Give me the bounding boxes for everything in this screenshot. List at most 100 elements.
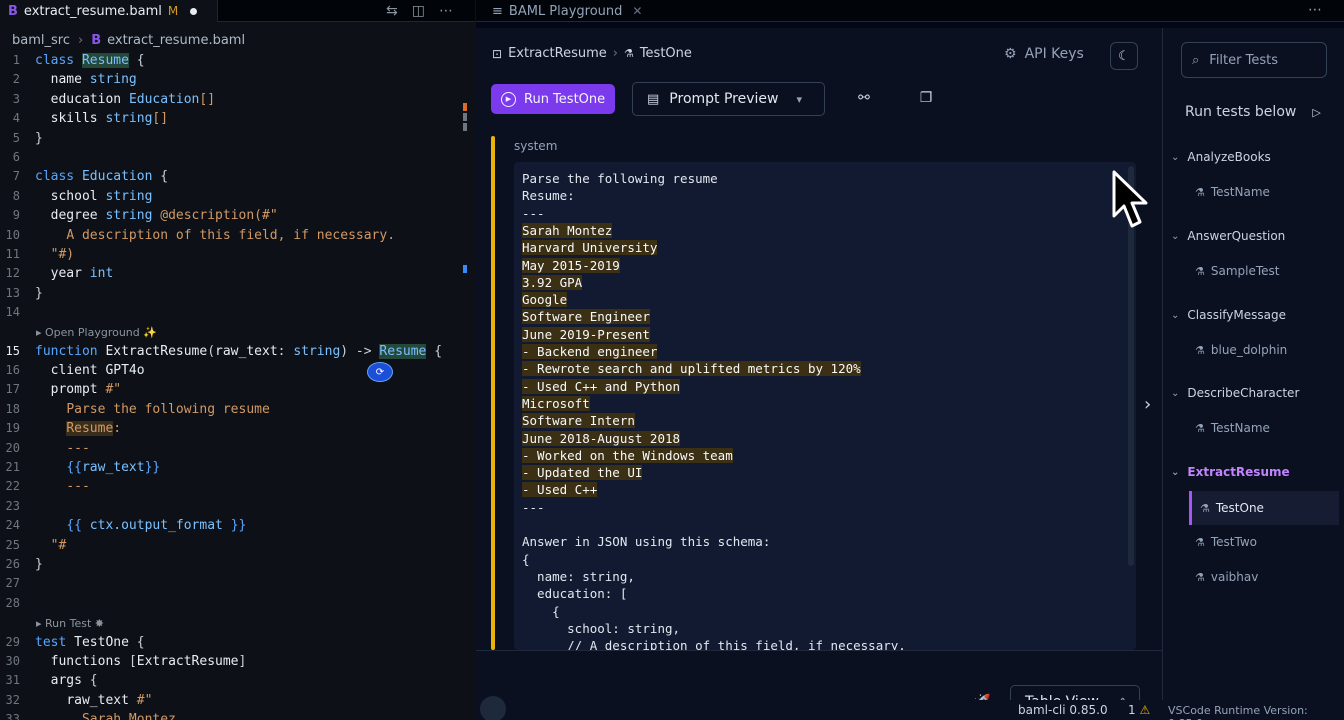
code-line: 17 prompt #"	[5, 382, 122, 398]
code-line: 2 name string	[12, 72, 137, 88]
system-message-box[interactable]: Parse the following resume Resume: --- Sara…	[514, 162, 1136, 650]
editor-tab-filename: extract_resume.baml	[23, 3, 162, 19]
prompt-line-text: Microsoft	[522, 395, 590, 411]
test-group-name: ClassifyMessage	[1187, 308, 1287, 322]
chat-bubble-icon[interactable]	[480, 696, 506, 720]
prompt-line-text: - Updated the UI	[522, 465, 643, 481]
test-group[interactable]: ⌄ DescribeCharacter	[1171, 386, 1299, 400]
code-line: 26}	[5, 557, 43, 572]
playground-tab-bar: ≡ BAML Playground ✕ ⋯	[476, 0, 1344, 22]
prompt-line-text: June 2019-Present	[522, 326, 650, 342]
baml-playground-panel: ≡ BAML Playground ✕ ⋯ ⊡ ExtractResume › …	[476, 0, 1344, 720]
chevron-right-icon[interactable]: ›	[1144, 394, 1151, 415]
run-test-button[interactable]: ▶ Run TestOne	[491, 84, 615, 114]
editor-tab-actions: ⇆ ◫ ⋯	[386, 0, 453, 22]
test-name: TestTwo	[1210, 535, 1258, 549]
code-editor[interactable]: B extract_resume.baml M ⇆ ◫ ⋯ baml_src ›…	[0, 0, 475, 720]
prompt-preview-label: Prompt Preview	[669, 91, 779, 107]
test-item[interactable]: ⚗ TestName	[1195, 421, 1270, 435]
prompt-line-text: // A description of this field, if neces…	[522, 638, 906, 650]
cli-version[interactable]: baml-cli 0.85.0	[1018, 703, 1108, 717]
prompt-line: Microsoft	[522, 395, 590, 412]
prompt-line-text: ---	[522, 499, 545, 515]
code-line: 31 args {	[5, 673, 98, 689]
test-item[interactable]: ⚗ SampleTest	[1195, 264, 1280, 278]
prompt-line-text: - Backend engineer	[522, 344, 658, 359]
playground-tab-title: BAML Playground	[508, 3, 623, 19]
prompt-line-text: ---	[522, 205, 545, 221]
breadcrumb-function[interactable]: ExtractResume	[508, 46, 607, 61]
test-group[interactable]: ⌄ ExtractResume	[1171, 465, 1290, 479]
breadcrumb-folder[interactable]: baml_src	[12, 33, 70, 48]
prompt-line: - Rewrote search and uplifted metrics by…	[522, 360, 861, 377]
test-group[interactable]: ⌄ AnalyzeBooks	[1171, 150, 1271, 164]
close-icon[interactable]: ✕	[632, 4, 642, 18]
baml-file-icon: B	[8, 3, 18, 19]
prompt-line: - Used C++	[522, 481, 598, 498]
playground-tab[interactable]: ≡ BAML Playground ✕	[476, 0, 654, 22]
prompt-line: Software Intern	[522, 412, 635, 429]
unsaved-dot-icon[interactable]	[190, 7, 198, 15]
more-actions-icon[interactable]: ⋯	[1308, 2, 1322, 18]
prompt-line-text: {	[522, 551, 530, 567]
test-group[interactable]: ⌄ AnswerQuestion	[1171, 229, 1285, 243]
run-all-tests-button[interactable]: Run tests below ▷	[1185, 104, 1321, 120]
code-line: 32 raw_text #"	[5, 692, 153, 708]
play-icon: ▶	[501, 91, 516, 107]
test-item[interactable]: ⚗ vaibhav	[1195, 570, 1258, 584]
warnings-indicator[interactable]: 1 ⚠	[1128, 703, 1150, 717]
test-item[interactable]: ⚗ blue_dolphin	[1195, 343, 1287, 357]
prompt-line-text: Sarah Montez	[522, 222, 613, 238]
breadcrumb-file[interactable]: extract_resume.baml	[107, 33, 245, 48]
playground-main: ⊡ ExtractResume › ⚗ TestOne ⚙ API Keys ☾…	[476, 28, 1162, 720]
prompt-preview-select[interactable]: ▤ Prompt Preview ▾	[632, 82, 825, 116]
prompt-line-text: name: string,	[522, 568, 635, 584]
theme-toggle-button[interactable]: ☾	[1110, 42, 1138, 70]
status-bar: baml-cli 0.85.0 1 ⚠ VSCode Runtime Versi…	[476, 696, 1344, 720]
minimap-marker	[463, 113, 467, 121]
tests-sidebar: ⌕ Filter Tests Run tests below ▷ ⌄ Analyz…	[1162, 28, 1344, 720]
message-role: system	[514, 139, 558, 153]
test-name: TestName	[1210, 421, 1270, 435]
warning-count: 1	[1128, 703, 1136, 717]
link-icon[interactable]: ⚯	[854, 90, 874, 110]
test-item[interactable]: ⚗ TestOne	[1189, 491, 1339, 525]
prompt-line: ---	[522, 499, 545, 516]
prompt-line: ---	[522, 205, 545, 222]
more-actions-icon[interactable]: ⋯	[439, 3, 453, 19]
prompt-line: May 2015-2019	[522, 257, 620, 274]
test-name: TestOne	[1215, 501, 1264, 515]
flask-icon: ⚗	[1200, 501, 1210, 515]
prompt-line: - Updated the UI	[522, 464, 643, 481]
test-item[interactable]: ⚗ TestName	[1195, 185, 1270, 199]
code-line: 6	[12, 150, 20, 164]
chevron-down-icon: ⌄	[1171, 466, 1180, 478]
test-group[interactable]: ⌄ ClassifyMessage	[1171, 308, 1286, 322]
run-test-codelens[interactable]: ▸ Run Test ✸	[36, 617, 104, 633]
play-icon: ▷	[1312, 105, 1321, 119]
code-line: 28	[5, 595, 20, 610]
prompt-line-text: Software Intern	[522, 413, 635, 429]
api-keys-button[interactable]: ⚙ API Keys	[1004, 46, 1084, 62]
prompt-line-text: 3.92 GPA	[522, 274, 583, 290]
code-line: 25 "#	[5, 537, 67, 553]
test-item[interactable]: ⚗ TestTwo	[1195, 535, 1257, 549]
copy-icon[interactable]: ❐	[916, 90, 936, 110]
prompt-line: education: [	[522, 585, 627, 602]
role-indicator-bar	[491, 136, 495, 650]
moon-icon: ☾	[1118, 48, 1130, 64]
prompt-line-text: - Used C++	[522, 482, 598, 498]
editor-tab-extract-resume[interactable]: B extract_resume.baml M	[0, 0, 218, 22]
code-line: 1 class Resume {	[12, 53, 145, 68]
split-editor-icon[interactable]: ◫	[412, 3, 425, 19]
compare-changes-icon[interactable]: ⇆	[386, 3, 398, 19]
prompt-line-text: June 2018-August 2018	[522, 430, 681, 446]
filter-tests-input[interactable]: ⌕ Filter Tests	[1181, 42, 1327, 78]
open-playground-codelens[interactable]: ▸ Open Playground ✨	[36, 326, 157, 342]
code-line: 4 skills string[]	[12, 111, 169, 127]
breadcrumb-test[interactable]: TestOne	[640, 46, 692, 61]
breadcrumb: baml_src › B extract_resume.baml	[0, 30, 475, 50]
test-group-name: DescribeCharacter	[1187, 386, 1300, 400]
chevron-down-icon: ⌄	[1171, 387, 1180, 399]
prompt-line-text: - Used C++ and Python	[522, 378, 681, 394]
